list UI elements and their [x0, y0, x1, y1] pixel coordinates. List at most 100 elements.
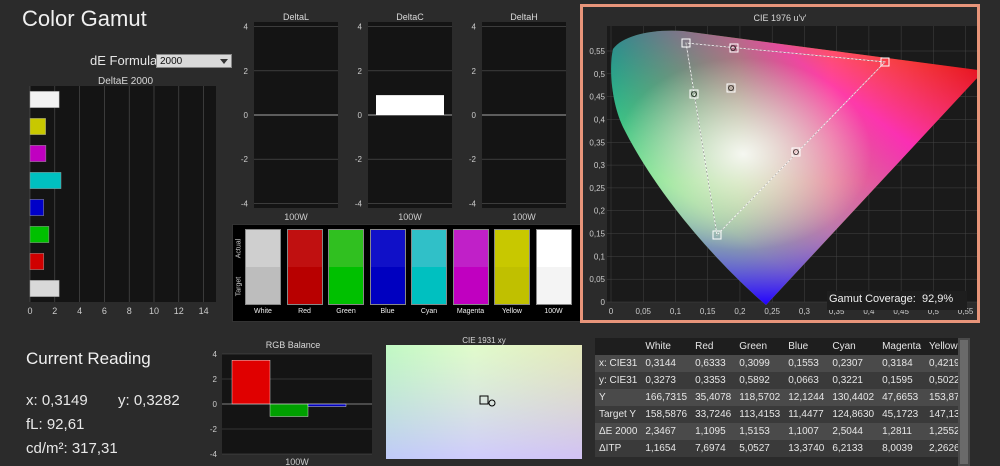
cie-xtick: 0,15 — [700, 307, 716, 316]
swatch-red — [286, 229, 323, 305]
table-cell: 0,1595 — [882, 375, 913, 386]
delta-xlabel: 100W — [512, 212, 536, 222]
table-cell: 1,1007 — [788, 426, 819, 437]
swatch-row-label: Actual — [235, 238, 243, 259]
table-cell: ΔE 2000 — [599, 426, 638, 437]
table-cell: 0,0663 — [788, 375, 819, 386]
cie-ytick: 0,2 — [594, 207, 606, 216]
rgb-bar-blue — [307, 403, 347, 407]
current-reading-title: Current Reading — [26, 349, 151, 368]
delta-ytick: 2 — [472, 67, 477, 76]
table-cell: 12,1244 — [788, 392, 825, 403]
swatch-panel: Actual Target White Red Green Blue Cyan Magenta… — [232, 224, 582, 322]
table-cell: 45,1723 — [882, 409, 919, 420]
delta-bar — [376, 95, 444, 115]
table-scrollbar[interactable] — [958, 338, 970, 466]
deltae-bar-yellow — [29, 118, 46, 135]
deltae-chart: 0 2 4 6 8 10 12 14 — [27, 86, 216, 316]
delta-ytick: -4 — [469, 199, 477, 208]
table-row: ΔITP 1,1654 7,6974 5,0527 13,3740 6,2133 8,003… — [595, 440, 970, 457]
table-cell: 124,8630 — [832, 409, 875, 420]
delta-xlabel: 100W — [284, 212, 308, 222]
delta-ytick: -2 — [355, 155, 363, 164]
rgb-ytick: -2 — [210, 425, 218, 434]
cie-ytick: 0,4 — [594, 115, 606, 124]
cie1976-chart: 0 0,05 0,1 0,15 0,2 0,25 0,3 0,35 0,4 0,45 0,5 0,55… — [589, 26, 977, 316]
table-row: Target Y 158,5876 33,7246 113,4153 11,4477 12… — [595, 406, 970, 423]
cie-xtick: 0,3 — [799, 307, 811, 316]
rgb-xlabel: 100W — [285, 457, 309, 466]
swatch-label: Yellow — [502, 308, 522, 315]
cie-xtick: 0,05 — [635, 307, 651, 316]
table-row: ΔE 2000 2,3467 1,1095 1,5153 1,1007 2,5044 1,2… — [595, 423, 970, 440]
table-cell: 0,3184 — [882, 358, 913, 369]
table-cell: 35,4078 — [695, 392, 732, 403]
table-cell: 0,2307 — [832, 358, 863, 369]
delta-ytick: -2 — [469, 155, 477, 164]
deltae-bar-blue — [29, 199, 44, 216]
table-row: y: CIE31 0,3273 0,3353 0,5892 0,0663 0,3221 0,… — [595, 372, 970, 389]
table-cell: 0,3099 — [739, 358, 770, 369]
gamut-coverage: Gamut Coverage: 92,9% — [829, 293, 953, 305]
table-cell: 0,6333 — [695, 358, 726, 369]
delta-ytick: 4 — [244, 23, 249, 32]
reading-fl: fL: 92,61 — [26, 416, 85, 433]
deltae-bar-white — [29, 91, 60, 108]
rgb-bar-green — [269, 403, 309, 417]
table-header-cell — [595, 338, 641, 355]
table-header-cell: White — [645, 341, 671, 352]
cie-ytick: 0,5 — [594, 70, 606, 79]
delta-ytick: 2 — [358, 67, 363, 76]
table-cell: 1,2811 — [882, 426, 912, 437]
cie1931-title: CIE 1931 xy — [462, 336, 506, 345]
reading-cd: cd/m²: 317,31 — [26, 440, 118, 457]
table-cell: Target Y — [599, 409, 637, 420]
rgb-ytick: -4 — [210, 450, 218, 459]
table-cell: ΔITP — [599, 443, 622, 454]
cie-xtick: 0 — [609, 307, 614, 316]
table-header-cell: Red — [695, 341, 714, 352]
table-cell: 7,6974 — [695, 443, 726, 454]
page-title: Color Gamut — [22, 6, 147, 31]
rgb-ytick: 0 — [213, 400, 218, 409]
table-cell: 1,1095 — [695, 426, 726, 437]
swatch-label: Red — [298, 308, 311, 315]
delta-ytick: -2 — [241, 155, 249, 164]
cie-xtick: 0,25 — [764, 307, 780, 316]
table-cell: 5,0527 — [739, 443, 770, 454]
de-formula-select[interactable]: 2000 — [156, 54, 232, 68]
cie-ytick: 0,55 — [589, 47, 605, 56]
swatch-blue — [369, 229, 406, 305]
table-cell: 0,3353 — [695, 375, 726, 386]
deltae-tick: 2 — [52, 306, 57, 316]
cie-ytick: 0,05 — [589, 275, 605, 284]
delta-ytick: -4 — [241, 199, 249, 208]
swatch-white — [245, 229, 281, 305]
table-cell: 47,6653 — [882, 392, 919, 403]
table-cell: 11,4477 — [788, 409, 824, 420]
table-cell: 0,5892 — [739, 375, 770, 386]
cie-xtick: 0,1 — [670, 307, 682, 316]
table-cell: 166,7315 — [645, 392, 688, 403]
cie-ytick: 0,3 — [594, 161, 606, 170]
table-header-cell: Blue — [788, 341, 809, 352]
delta-chart-deltac: 4 2 0 -2 -4 100W — [355, 22, 452, 222]
swatch-magenta — [452, 229, 489, 305]
swatch-label: Blue — [380, 308, 395, 315]
swatch-label: Green — [336, 308, 356, 315]
delta-ytick: 2 — [244, 67, 249, 76]
table-header-cell: Green — [739, 341, 768, 352]
deltae-tick: 14 — [199, 306, 209, 316]
cie-ytick: 0,45 — [589, 93, 605, 102]
table-row: Y 166,7315 35,4078 118,5702 12,1244 130,4402 4… — [595, 389, 970, 406]
deltae-tick: 6 — [102, 306, 107, 316]
deltae-tick: 0 — [27, 306, 32, 316]
de-formula-label: dE Formula: — [90, 53, 161, 68]
swatch-cyan — [411, 229, 447, 305]
chevron-down-icon — [220, 59, 228, 64]
deltae-tick: 10 — [149, 306, 159, 316]
cie1976-panel[interactable]: CIE 1976 u'v' 0 0,05 0,1 0,15 0,2 0,25 0… — [580, 4, 980, 323]
table-header-cell: Cyan — [832, 341, 856, 352]
cie1931-chart — [386, 345, 582, 459]
delta-ytick: 4 — [358, 23, 363, 32]
